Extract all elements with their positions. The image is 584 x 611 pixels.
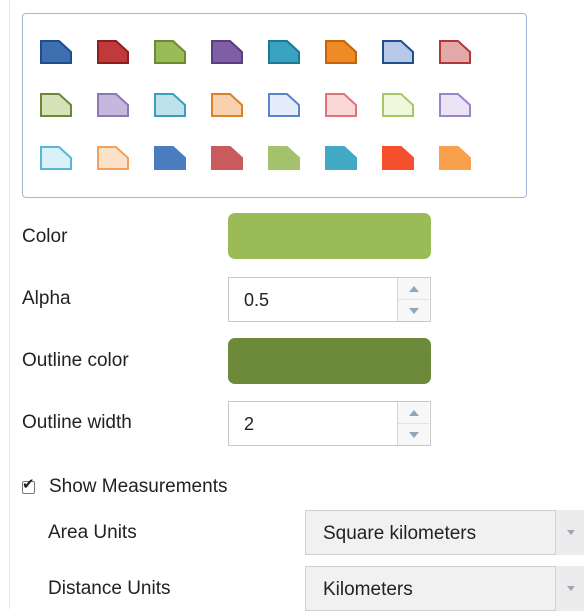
chevron-up-icon [408,285,419,292]
symbol-option[interactable] [374,80,422,128]
symbol-option[interactable] [317,27,365,75]
outline-width-decrement-button[interactable] [398,424,429,445]
pennant-icon [268,40,300,64]
alpha-decrement-button[interactable] [398,300,429,321]
panel-left-border [9,0,10,609]
pennant-icon [439,40,471,64]
pennant-icon [382,146,414,170]
distance-units-select[interactable]: Kilometers [305,566,584,611]
symbol-option[interactable] [146,133,194,181]
chevron-down-icon [408,431,419,438]
symbol-option[interactable] [431,27,479,75]
alpha-label: Alpha [22,288,71,309]
pennant-icon [382,40,414,64]
pennant-icon [40,93,72,117]
symbol-option[interactable] [146,186,194,197]
symbol-option[interactable] [431,186,479,197]
symbol-option[interactable] [260,186,308,197]
symbol-option[interactable] [32,133,80,181]
chevron-down-icon [567,530,575,535]
area-units-select[interactable]: Square kilometers [305,510,584,555]
pennant-icon [97,40,129,64]
chevron-down-icon [408,307,419,314]
pennant-icon [325,146,357,170]
symbol-option[interactable] [317,186,365,197]
symbol-option[interactable] [146,27,194,75]
outline-width-spinner[interactable]: 2 [228,401,431,446]
pennant-icon [97,93,129,117]
symbol-option[interactable] [431,80,479,128]
outline-color-swatch[interactable] [228,338,431,384]
symbol-option[interactable] [317,80,365,128]
pennant-icon [268,93,300,117]
color-swatch[interactable] [228,213,431,259]
pennant-icon [154,146,186,170]
alpha-increment-button[interactable] [398,278,429,300]
area-units-dropdown-button[interactable] [555,510,584,555]
outline-width-value[interactable]: 2 [244,414,254,435]
pennant-icon [211,146,243,170]
outline-width-label: Outline width [22,412,132,433]
symbol-option[interactable] [431,133,479,181]
symbol-option[interactable] [89,186,137,197]
distance-units-dropdown-button[interactable] [555,566,584,611]
distance-units-value: Kilometers [323,579,413,600]
symbol-option[interactable] [260,133,308,181]
alpha-spinner[interactable]: 0.5 [228,277,431,322]
area-units-label: Area Units [48,522,137,543]
symbol-option[interactable] [146,80,194,128]
symbol-option[interactable] [374,186,422,197]
symbol-option[interactable] [260,80,308,128]
pennant-icon [154,93,186,117]
pennant-icon [325,40,357,64]
symbol-option[interactable] [260,27,308,75]
symbol-option[interactable] [89,80,137,128]
distance-units-label: Distance Units [48,578,171,599]
chevron-up-icon [408,409,419,416]
area-units-value: Square kilometers [323,523,477,544]
outline-width-spinner-arrows [397,402,430,445]
pennant-icon [382,93,414,117]
symbol-option[interactable] [374,27,422,75]
symbol-option[interactable] [374,133,422,181]
symbol-option[interactable] [203,133,251,181]
checkmark-icon: ✔ [22,475,35,493]
symbol-option[interactable] [203,27,251,75]
show-measurements-label[interactable]: Show Measurements [49,476,227,498]
pennant-icon [211,40,243,64]
pennant-icon [325,93,357,117]
pennant-icon [439,146,471,170]
pennant-icon [268,146,300,170]
symbol-option[interactable] [89,133,137,181]
show-measurements-row[interactable]: ✔ Show Measurements [22,474,227,500]
symbol-option[interactable] [32,27,80,75]
outline-width-increment-button[interactable] [398,402,429,424]
symbol-option[interactable] [32,186,80,197]
show-measurements-checkbox[interactable]: ✔ [22,477,35,494]
outline-color-label: Outline color [22,350,129,371]
pennant-icon [97,146,129,170]
symbol-picker[interactable]: ● [22,13,527,198]
symbol-option[interactable] [89,27,137,75]
symbol-option[interactable] [203,80,251,128]
pennant-icon [439,93,471,117]
alpha-spinner-arrows [397,278,430,321]
alpha-value[interactable]: 0.5 [244,290,269,311]
pennant-icon [211,93,243,117]
symbol-option[interactable] [317,133,365,181]
color-label: Color [22,226,68,247]
chevron-down-icon [567,586,575,591]
symbol-option[interactable] [203,186,251,197]
symbol-option[interactable] [32,80,80,128]
pennant-icon [40,146,72,170]
pennant-icon [154,40,186,64]
pennant-icon [40,40,72,64]
